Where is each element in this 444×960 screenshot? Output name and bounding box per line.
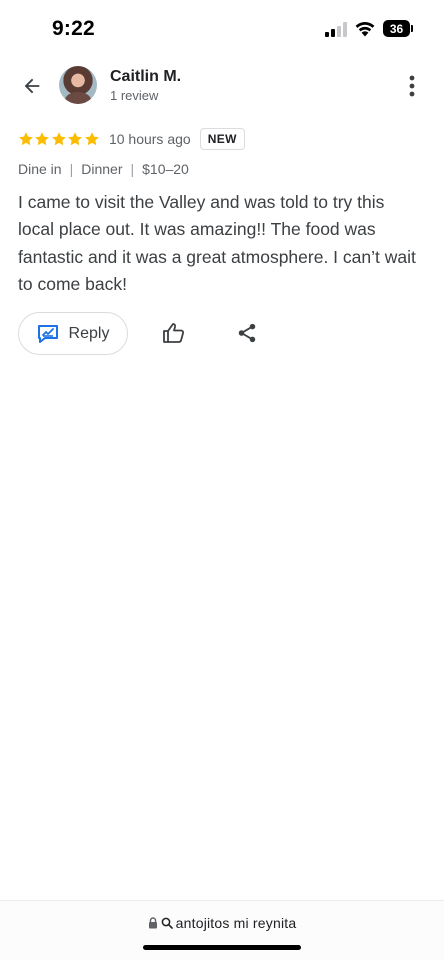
cellular-signal-icon: [325, 22, 347, 37]
star-icon: [19, 132, 33, 146]
share-icon: [238, 323, 256, 343]
wifi-icon: [355, 21, 375, 37]
price-range: $10–20: [142, 161, 189, 177]
browser-address-bar[interactable]: antojitos mi reynita: [0, 900, 444, 960]
reply-label: Reply: [68, 324, 110, 342]
more-options-button[interactable]: [398, 72, 426, 100]
avatar-shoulders: [65, 92, 91, 104]
more-vert-icon: [409, 75, 415, 97]
review-header: Caitlin M. 1 review: [0, 60, 444, 112]
reply-button[interactable]: Reply: [18, 312, 128, 355]
reviewer-avatar[interactable]: [59, 66, 97, 104]
star-rating: [18, 131, 100, 147]
star-icon: [35, 132, 50, 146]
like-button[interactable]: [161, 320, 187, 346]
review-page: 9:22 36 Caitlin M. 1 review 10 hours ago…: [0, 0, 444, 960]
battery-level: 36: [383, 20, 410, 37]
thumb-up-icon: [163, 323, 185, 343]
review-time: 10 hours ago: [108, 131, 191, 147]
reviewer-name[interactable]: Caitlin M.: [110, 68, 181, 86]
back-button[interactable]: [16, 70, 48, 102]
status-time: 9:22: [52, 17, 95, 40]
star-icon: [84, 132, 99, 146]
status-bar: 9:22 36: [0, 0, 444, 60]
home-indicator[interactable]: [143, 945, 301, 950]
reviewer-review-count: 1 review: [110, 88, 159, 103]
arrow-left-icon: [24, 78, 40, 94]
rating-row: 10 hours ago NEW: [18, 127, 245, 151]
search-icon: [161, 917, 173, 929]
visit-type: Dine in: [18, 161, 62, 177]
url-text[interactable]: antojitos mi reynita: [176, 915, 297, 931]
url-row[interactable]: antojitos mi reynita: [0, 915, 444, 931]
review-actions: Reply: [18, 312, 438, 355]
star-icon: [68, 132, 83, 146]
star-icon: [51, 132, 66, 146]
lock-icon: [148, 917, 157, 929]
reply-icon: [37, 324, 58, 343]
review-text: I came to visit the Valley and was told …: [18, 192, 416, 294]
visit-details: Dine in | Dinner | $10–20: [18, 161, 189, 177]
battery-icon: 36: [383, 20, 413, 37]
meal-type: Dinner: [81, 161, 123, 177]
meta-separator: |: [130, 161, 135, 177]
new-badge: NEW: [199, 128, 245, 150]
meta-separator: |: [69, 161, 74, 177]
battery-nub: [411, 25, 413, 32]
share-button[interactable]: [234, 320, 260, 346]
